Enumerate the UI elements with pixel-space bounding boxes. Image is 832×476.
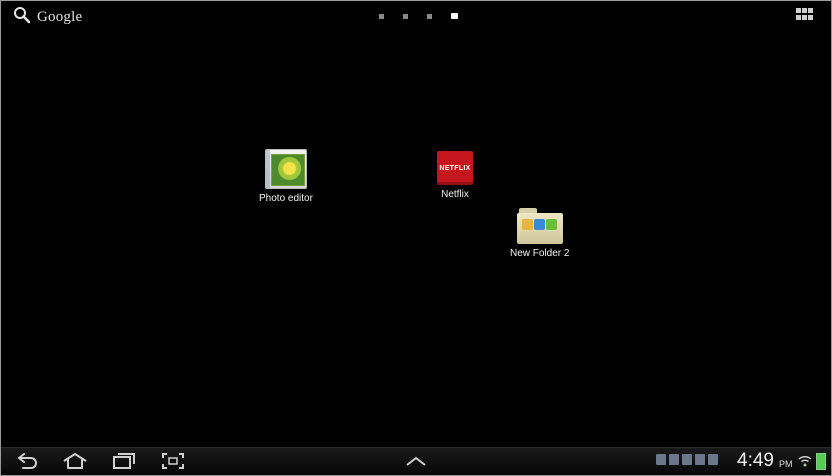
chevron-up-icon[interactable] [404, 454, 428, 473]
photo-editor-icon [264, 149, 307, 189]
home-screen: Google Photo editor NETFLIX Netflix New [0, 0, 832, 476]
gallery-app-icon [545, 219, 557, 230]
folder-icon [516, 208, 563, 244]
shortcut-label: Photo editor [259, 193, 313, 204]
page-dot[interactable] [403, 13, 408, 19]
music-app-icon [521, 219, 533, 230]
page-dot-active[interactable] [451, 13, 458, 19]
search-icon [13, 6, 31, 29]
shortcut-new-folder-2[interactable]: New Folder 2 [510, 208, 569, 259]
notification-icon [708, 454, 718, 465]
shortcut-label: Netflix [441, 189, 469, 200]
screenshot-icon[interactable] [161, 452, 185, 475]
wifi-icon [798, 454, 812, 473]
page-dot[interactable] [379, 13, 384, 19]
back-icon[interactable] [15, 452, 39, 475]
notification-icon [669, 454, 679, 465]
shortcut-netflix[interactable]: NETFLIX Netflix [437, 151, 473, 200]
store-app-icon [533, 219, 545, 230]
notification-icon [656, 454, 666, 465]
system-bar: 4:49 PM [1, 447, 831, 475]
home-icon[interactable] [62, 452, 88, 475]
netflix-icon: NETFLIX [437, 151, 473, 185]
search-label: Google [37, 9, 83, 25]
recent-apps-icon[interactable] [112, 452, 136, 475]
google-search-bar[interactable]: Google [13, 6, 82, 29]
notification-icon [695, 454, 705, 465]
clock-ampm: PM [779, 459, 793, 469]
app-grid-icon[interactable] [796, 8, 814, 21]
shortcut-photo-editor[interactable]: Photo editor [259, 149, 313, 204]
notification-icon [682, 454, 692, 465]
clock-time[interactable]: 4:49 [737, 450, 774, 472]
page-dot[interactable] [427, 13, 432, 19]
battery-icon [816, 453, 826, 470]
page-indicator [379, 13, 458, 19]
shortcut-label: New Folder 2 [510, 248, 570, 259]
notification-icons[interactable] [656, 454, 718, 465]
